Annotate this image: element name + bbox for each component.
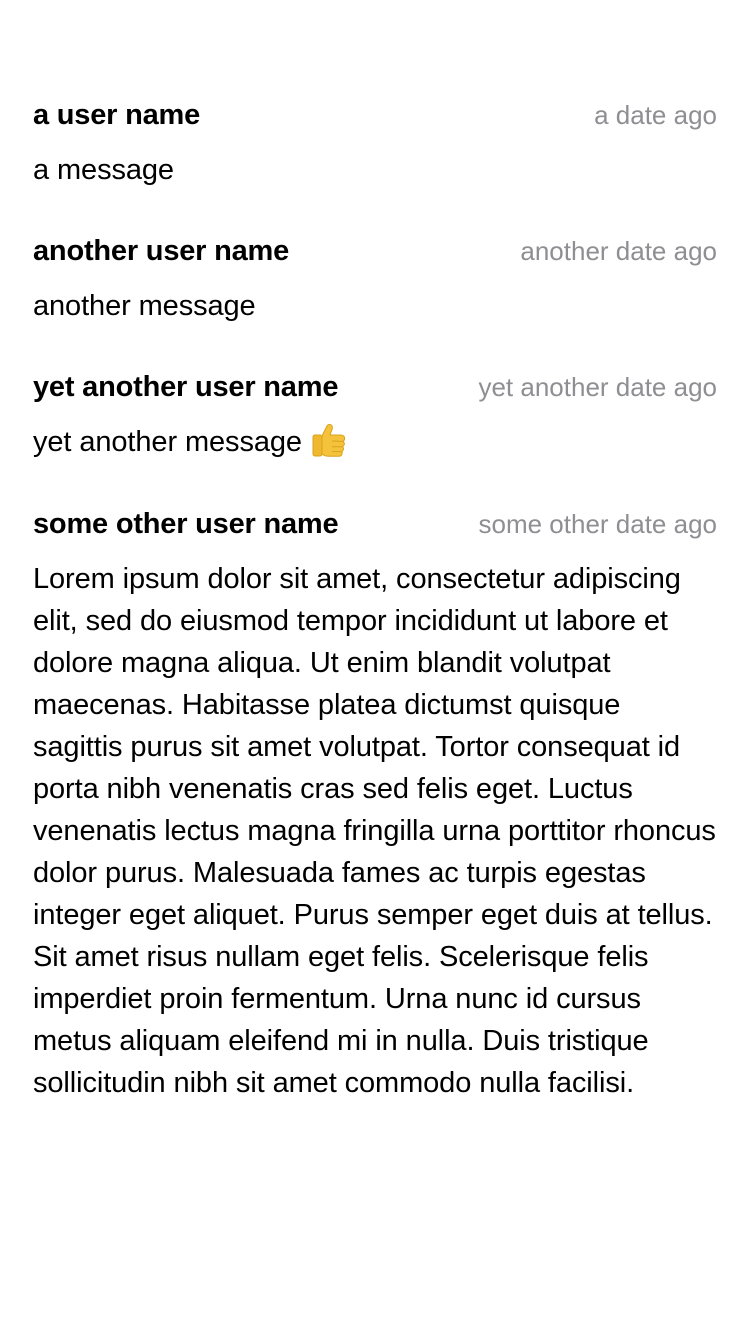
comment-item: a user name a date ago a message xyxy=(33,95,717,191)
comment-timestamp: yet another date ago xyxy=(478,372,717,402)
comment-header: another user name another date ago xyxy=(33,231,717,271)
comment-item: yet another user name yet another date a… xyxy=(33,367,717,464)
comment-message: a message xyxy=(33,154,174,186)
comment-username[interactable]: yet another user name xyxy=(33,367,338,407)
comment-timestamp: some other date ago xyxy=(478,509,718,540)
comment-message: yet another message xyxy=(33,426,302,458)
comment-message-container: yet another message xyxy=(33,421,717,464)
comment-timestamp: a date ago xyxy=(594,100,717,130)
comment-username[interactable]: some other user name xyxy=(33,504,339,544)
comment-username[interactable]: a user name xyxy=(33,95,200,135)
comment-header: a user name a date ago xyxy=(33,95,717,135)
comment-timestamp: another date ago xyxy=(520,236,717,266)
thumbs-up-icon xyxy=(308,418,350,460)
comment-header: some other user name some other date ago xyxy=(33,504,717,544)
comment-header: yet another user name yet another date a… xyxy=(33,367,717,407)
comment-message: Lorem ipsum dolor sit amet, consectetur … xyxy=(33,563,716,1100)
comment-username[interactable]: another user name xyxy=(33,231,289,271)
comment-item: some other user name some other date ago… xyxy=(33,504,717,1104)
comment-message: another message xyxy=(33,290,256,322)
comment-item: another user name another date ago anoth… xyxy=(33,231,717,327)
comment-feed: a user name a date ago a message another… xyxy=(0,0,750,1104)
